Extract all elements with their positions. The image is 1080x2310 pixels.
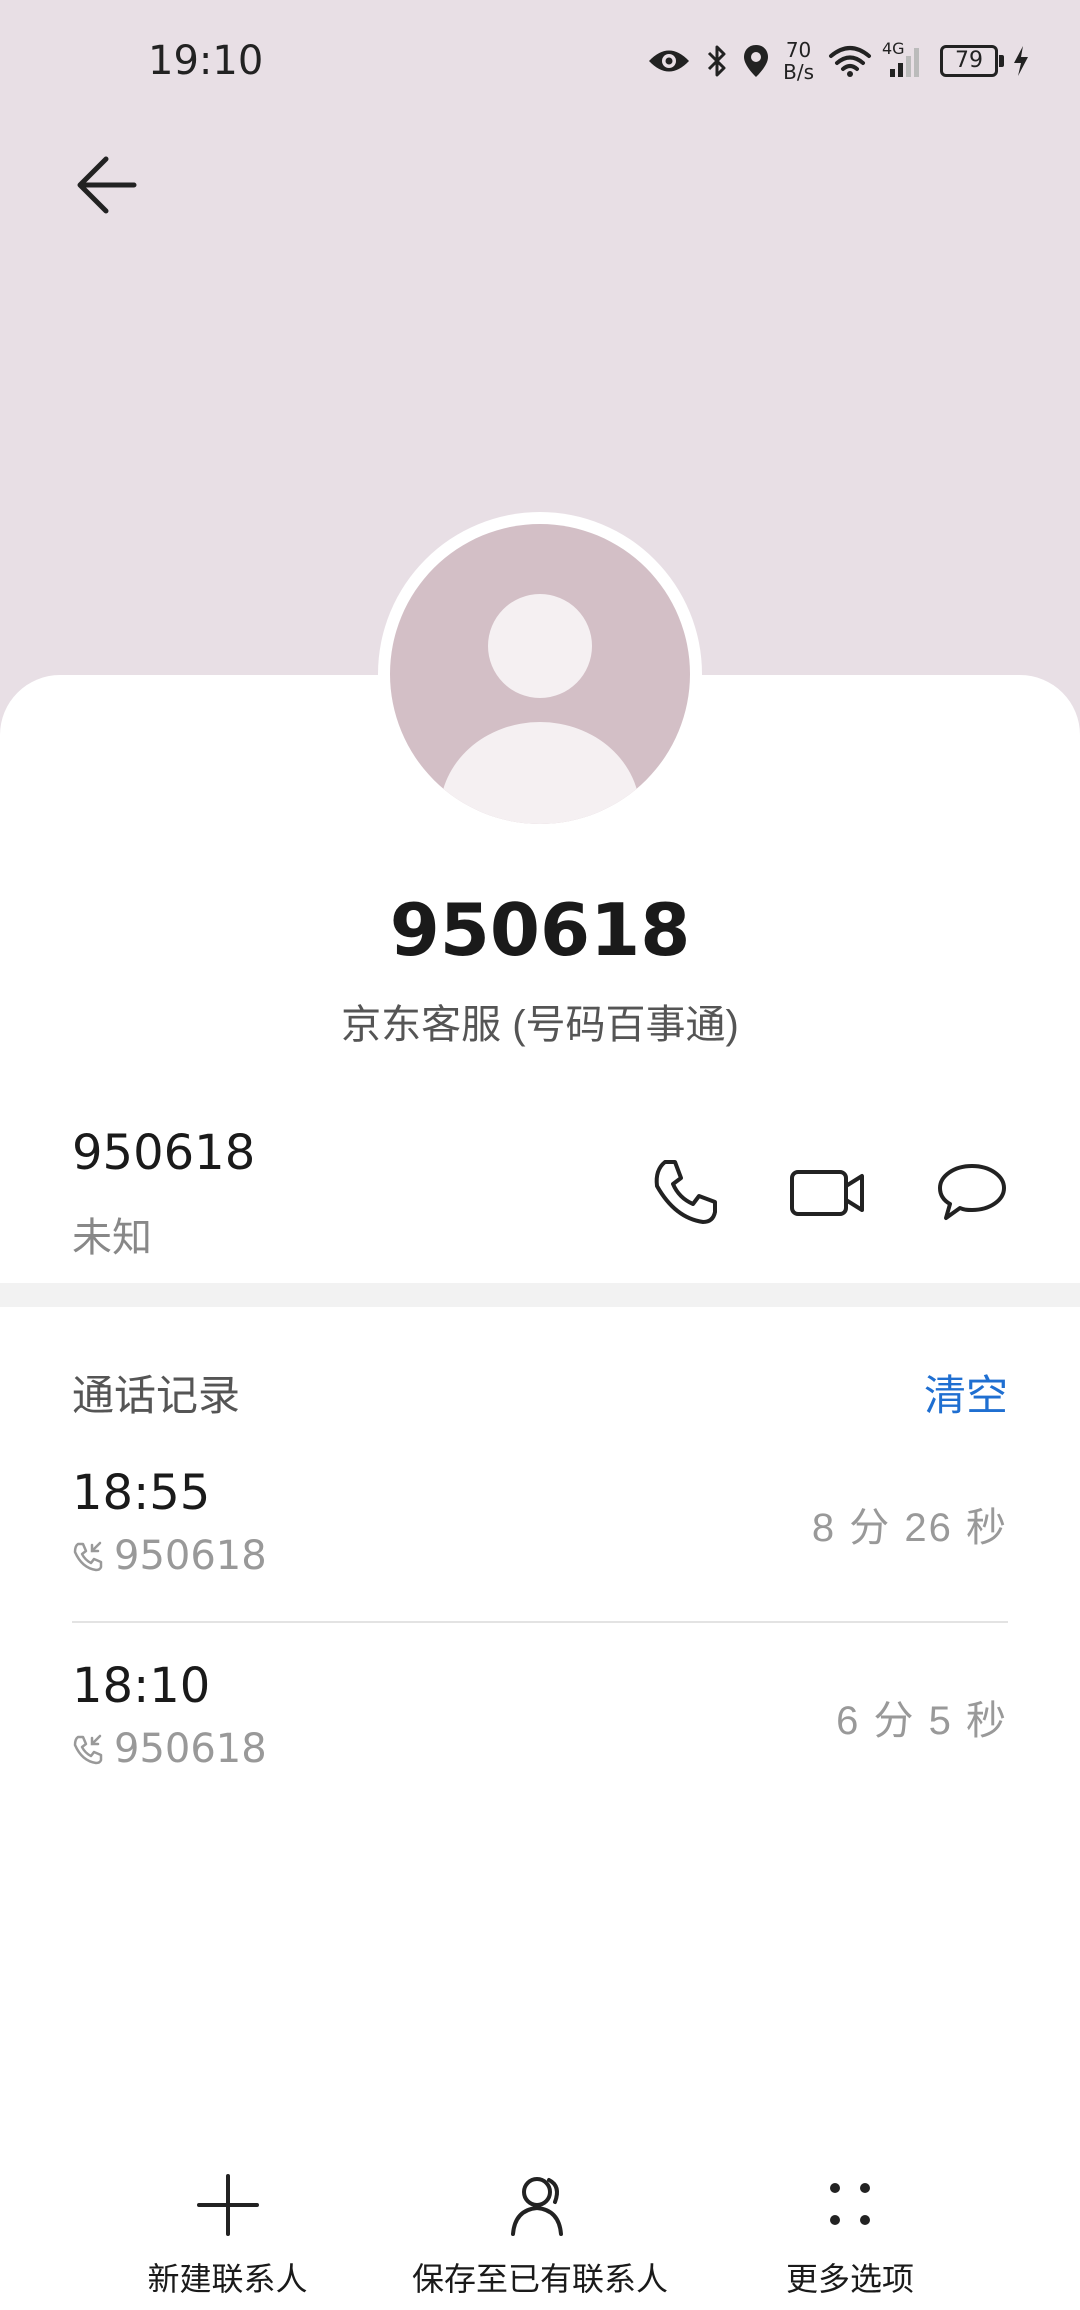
plus-icon [196, 2174, 259, 2236]
message-button[interactable] [932, 1152, 1012, 1232]
contact-name: 950618 [389, 888, 691, 972]
phone-icon [654, 1160, 717, 1224]
contact-subtitle: 京东客服 (号码百事通) [341, 1003, 739, 1047]
net-speed-unit: B/s [783, 60, 814, 84]
save-to-existing-contact-button[interactable]: 保存至已有联系人 [410, 2172, 670, 2302]
battery-icon: 79 [940, 45, 1004, 77]
phone-number: 950618 [72, 1125, 256, 1181]
call-log-title: 通话记录 [72, 1372, 241, 1419]
avatar-head [488, 594, 592, 698]
video-call-button[interactable] [788, 1152, 868, 1232]
net-speed-value: 70 [785, 38, 812, 62]
wifi-icon [829, 46, 871, 77]
charging-icon [1014, 46, 1028, 76]
eye-icon [649, 50, 690, 72]
call-number-text: 950618 [114, 1726, 267, 1772]
row-divider [72, 1621, 1008, 1623]
call-log-entry[interactable]: 18:55 950618 8 分 26 秒 [72, 1465, 1008, 1640]
incoming-call-icon [73, 1541, 103, 1572]
status-bar: 19:10 70 B/s 4G 79 [0, 0, 1080, 125]
number-label: 未知 [72, 1216, 152, 1260]
call-number: 950618 [72, 1726, 267, 1772]
status-icons: 70 B/s 4G 79 [647, 36, 1030, 86]
arrow-left-icon [77, 156, 137, 214]
message-icon [938, 1164, 1006, 1220]
video-call-icon [790, 1170, 864, 1216]
more-options-button[interactable]: 更多选项 [760, 2172, 940, 2302]
call-time: 18:10 [72, 1658, 211, 1714]
more-dots-icon [830, 2183, 870, 2225]
signal-icon: 4G [882, 39, 926, 79]
call-duration: 8 分 26 秒 [811, 1506, 1008, 1550]
call-log-entry[interactable]: 18:10 950618 6 分 5 秒 [72, 1658, 1008, 1833]
avatar [390, 524, 690, 824]
net-speed: 70 B/s [783, 39, 814, 83]
bottom-action-bar: 新建联系人 保存至已有联系人 更多选项 [0, 2150, 1080, 2310]
call-number-text: 950618 [114, 1533, 267, 1579]
section-divider [0, 1283, 1080, 1307]
avatar-body [440, 722, 640, 824]
status-time: 19:10 [148, 38, 264, 84]
new-contact-label: 新建联系人 [147, 2261, 308, 2297]
call-duration: 6 分 5 秒 [836, 1699, 1008, 1743]
location-icon [744, 45, 769, 77]
more-options-label: 更多选项 [785, 2261, 914, 2297]
back-button[interactable] [60, 145, 150, 225]
incoming-call-icon [73, 1734, 103, 1765]
call-button[interactable] [645, 1152, 725, 1232]
call-number: 950618 [72, 1533, 267, 1579]
save-to-existing-contact-label: 保存至已有联系人 [411, 2261, 668, 2297]
clear-log-button[interactable]: 清空 [924, 1362, 1008, 1423]
bluetooth-icon [708, 45, 726, 77]
call-time: 18:55 [72, 1465, 211, 1521]
new-contact-button[interactable]: 新建联系人 [130, 2172, 325, 2302]
person-add-icon [511, 2177, 563, 2236]
